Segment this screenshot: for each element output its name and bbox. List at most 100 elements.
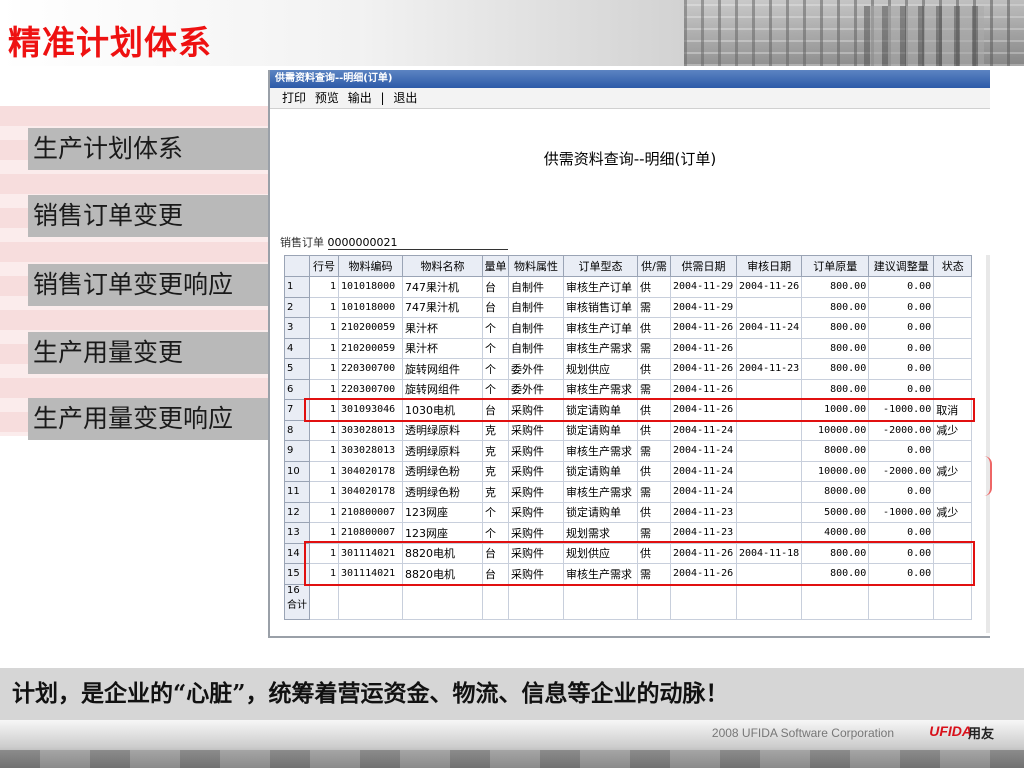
table-cell: 800.00: [801, 276, 870, 298]
exit-button[interactable]: 退出: [393, 91, 417, 105]
column-header[interactable]: 物料编码: [338, 255, 403, 277]
table-row[interactable]: 1 1 101018000 747果汁机台自制件 审核生产订单供 2004-11-29 20…: [284, 276, 973, 298]
table-cell: 1: [309, 378, 339, 400]
column-header[interactable]: 行号: [309, 255, 339, 277]
table-cell: 210200059: [338, 317, 403, 339]
column-header[interactable]: 订单型态: [563, 255, 638, 277]
table-cell: 供: [637, 317, 671, 339]
row-number: 10: [284, 460, 310, 482]
table-cell: [735, 481, 803, 503]
slide-title: 精准计划体系: [8, 23, 212, 62]
table-row[interactable]: 13 1 210800007 123网座个采购件 规划需求需 2004-11-23 4000…: [284, 522, 973, 544]
table-cell: 个: [482, 501, 509, 523]
table-cell: 220300700: [338, 378, 403, 400]
table-cell: 0.00: [868, 440, 935, 462]
print-button[interactable]: 打印: [282, 91, 306, 105]
table-row[interactable]: 6 1 220300700 旋转网组件个委外件 审核生产需求需 2004-11-26 800…: [284, 378, 973, 400]
export-button[interactable]: 输出: [348, 91, 372, 105]
ufida-logo-cn: 用友: [967, 727, 994, 742]
table-cell: 自制件: [508, 337, 564, 359]
table-cell: 个: [482, 522, 509, 544]
table-cell: [735, 419, 803, 441]
table-cell: 2004-11-29: [670, 296, 737, 318]
preview-button[interactable]: 预览: [315, 91, 339, 105]
table-cell: 1: [309, 440, 339, 462]
table-cell: 委外件: [508, 358, 564, 380]
table-cell: 5000.00: [801, 501, 870, 523]
table-cell: [933, 317, 973, 339]
menu-item-sales-order-change-response[interactable]: 销售订单变更响应: [28, 264, 271, 306]
table-cell: 1: [309, 317, 339, 339]
table-cell: 1: [309, 296, 339, 318]
table-cell: 透明绿原料: [402, 419, 483, 441]
table-cell: 210800007: [338, 501, 403, 523]
table-cell: [482, 583, 509, 620]
table-cell: 克: [482, 440, 509, 462]
column-header[interactable]: 供需日期: [670, 255, 737, 277]
table-cell: 101018000: [338, 296, 403, 318]
table-cell: 透明绿原料: [402, 440, 483, 462]
menu-item-production-plan[interactable]: 生产计划体系: [28, 128, 271, 170]
table-cell: 自制件: [508, 296, 564, 318]
table-row[interactable]: 11 1 304020178 透明绿色粉克采购件 审核生产需求需 2004-11-24 80…: [284, 481, 973, 503]
table-cell: 2004-11-24: [670, 481, 737, 503]
row-number: 4: [284, 337, 310, 359]
table-cell: 克: [482, 419, 509, 441]
column-header[interactable]: 物料名称: [402, 255, 483, 277]
table-row[interactable]: 5 1 220300700 旋转网组件个委外件 规划供应供 2004-11-26 2004-…: [284, 358, 973, 380]
table-row[interactable]: 8 1 303028013 透明绿原料克采购件 锁定请购单供 2004-11-24 1000…: [284, 419, 973, 441]
table-cell: 需: [637, 378, 671, 400]
order-value-field[interactable]: 0000000021: [327, 236, 508, 250]
table-row[interactable]: 10 1 304020178 透明绿色粉克采购件 锁定请购单供 2004-11-24 100…: [284, 460, 973, 482]
table-cell: 304020178: [338, 460, 403, 482]
column-header[interactable]: 物料属性: [508, 255, 564, 277]
table-row[interactable]: 12 1 210800007 123网座个采购件 锁定请购单供 2004-11-23 500…: [284, 501, 973, 523]
table-cell: [933, 481, 973, 503]
column-header: [284, 255, 310, 277]
report-title: 供需资料查询--明细(订单): [543, 150, 717, 168]
table-cell: 减少: [933, 419, 973, 441]
row-number: 5: [284, 358, 310, 380]
table-cell: -1000.00: [868, 501, 935, 523]
column-header[interactable]: 审核日期: [735, 255, 803, 277]
column-header[interactable]: 供/需: [637, 255, 671, 277]
table-cell: 个: [482, 337, 509, 359]
table-cell: 0.00: [868, 481, 935, 503]
menu-item-usage-change-response[interactable]: 生产用量变更响应: [28, 398, 271, 440]
toolbar-separator: |: [380, 91, 385, 105]
slide-footer: 2008 UFIDA Software Corporation UFIDA 用友: [0, 720, 1024, 768]
column-header[interactable]: 量单: [482, 255, 509, 277]
table-row[interactable]: 2 1 101018000 747果汁机台自制件 审核销售订单需 2004-11-29 80…: [284, 296, 973, 318]
table-cell: 供: [637, 501, 671, 523]
table-cell: 0.00: [868, 317, 935, 339]
menu-item-usage-change[interactable]: 生产用量变更: [28, 332, 271, 374]
vertical-scrollbar[interactable]: [986, 255, 990, 633]
table-cell: 锁定请购单: [563, 460, 638, 482]
highlight-box-row-7: [304, 398, 975, 422]
table-row[interactable]: 4 1 210200059 果汁杯个自制件 审核生产需求需 2004-11-26 800.0…: [284, 337, 973, 359]
table-cell: 800.00: [801, 317, 870, 339]
table-cell: 采购件: [508, 419, 564, 441]
table-cell: [735, 460, 803, 482]
table-row[interactable]: 9 1 303028013 透明绿原料克采购件 审核生产需求需 2004-11-24 800…: [284, 440, 973, 462]
table-cell: 审核生产需求: [563, 440, 638, 462]
table-cell: 1: [309, 501, 339, 523]
table-cell: 个: [482, 317, 509, 339]
column-header[interactable]: 订单原量: [801, 255, 870, 277]
table-cell: 2004-11-24: [670, 460, 737, 482]
table-cell: 2004-11-26: [735, 276, 803, 298]
column-header[interactable]: 状态: [933, 255, 973, 277]
table-cell: 2004-11-24: [670, 440, 737, 462]
table-cell: 采购件: [508, 522, 564, 544]
table-cell: 需: [637, 481, 671, 503]
table-cell: [508, 583, 564, 620]
table-cell: 供: [637, 358, 671, 380]
order-label: 销售订单: [280, 236, 324, 249]
column-header[interactable]: 建议调整量: [868, 255, 935, 277]
table-row[interactable]: 3 1 210200059 果汁杯个自制件 审核生产订单供 2004-11-26 2004-…: [284, 317, 973, 339]
table-cell: 0.00: [868, 522, 935, 544]
table-cell: 规划需求: [563, 522, 638, 544]
table-cell: 2004-11-23: [670, 522, 737, 544]
table-cell: [309, 583, 339, 620]
menu-item-sales-order-change[interactable]: 销售订单变更: [28, 195, 271, 237]
